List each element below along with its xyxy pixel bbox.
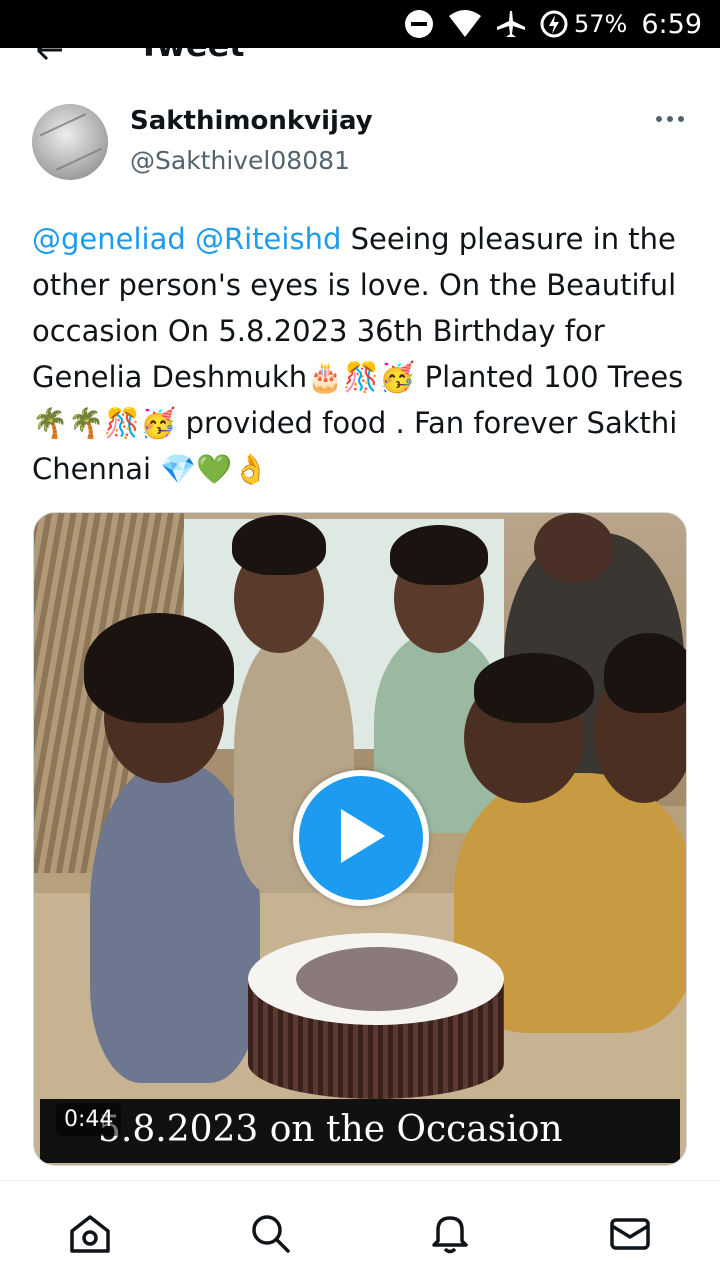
user-handle[interactable]: @Sakthivel08081 bbox=[130, 146, 350, 175]
battery-charging-icon bbox=[540, 10, 568, 38]
display-name[interactable]: Sakthimonkvijay bbox=[130, 106, 373, 136]
play-icon bbox=[333, 805, 389, 871]
home-icon[interactable] bbox=[68, 1211, 112, 1255]
arrow-left-icon[interactable] bbox=[34, 48, 66, 68]
avatar[interactable] bbox=[32, 104, 108, 180]
airplane-icon bbox=[496, 9, 526, 39]
bottom-navigation bbox=[0, 1180, 720, 1280]
app-header: Tweet bbox=[0, 48, 720, 68]
tweet-text: @geneliad @Riteishd Seeing pleasure in t… bbox=[32, 216, 692, 492]
cake-image bbox=[248, 933, 504, 1103]
page-title: Tweet bbox=[138, 48, 245, 64]
mention-link[interactable]: @geneliad bbox=[32, 222, 186, 256]
video-caption: 5.8.2023 on the Occasion bbox=[98, 1109, 563, 1150]
messages-icon[interactable] bbox=[608, 1211, 652, 1255]
video-player[interactable]: 5.8.2023 on the Occasion 0:44 bbox=[33, 512, 687, 1166]
search-icon[interactable] bbox=[248, 1211, 292, 1255]
mention-link[interactable]: @Riteishd bbox=[195, 222, 341, 256]
more-horizontal-icon[interactable] bbox=[656, 116, 684, 122]
battery-percent: 57% bbox=[574, 10, 628, 38]
clock: 6:59 bbox=[641, 8, 702, 40]
video-duration-badge: 0:44 bbox=[56, 1103, 122, 1136]
do-not-disturb-icon bbox=[404, 9, 434, 39]
status-bar: 57% 6:59 bbox=[0, 0, 720, 48]
play-button[interactable] bbox=[293, 770, 429, 906]
wifi-icon bbox=[448, 10, 482, 38]
notifications-icon[interactable] bbox=[428, 1211, 472, 1255]
tweet-body: Seeing pleasure in the other person's ey… bbox=[32, 222, 684, 486]
